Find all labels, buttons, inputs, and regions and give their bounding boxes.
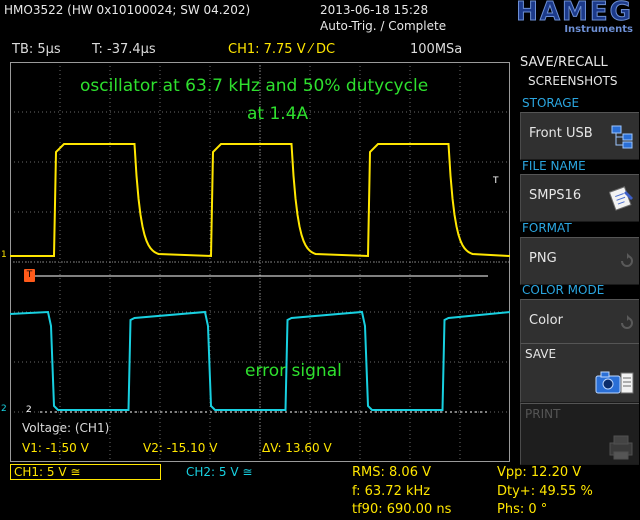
storage-button[interactable]: Front USB — [520, 112, 639, 160]
folder-tree-icon — [611, 125, 633, 149]
ch1-offset-marker[interactable]: 1 — [1, 250, 7, 260]
trigger-marker-icon[interactable]: T — [24, 269, 35, 282]
instrument-model: HMO3522 (HW 0x10100024; SW 04.202) — [4, 3, 251, 17]
annotation-error-signal: error signal — [245, 361, 342, 381]
logo-brand: HAMEG — [516, 0, 633, 28]
measure-vpp: Vpp: 12.20 V — [497, 465, 582, 480]
storage-label: STORAGE — [522, 96, 580, 110]
sample-rate: 100MSa — [410, 42, 463, 57]
colormode-value: Color — [529, 313, 563, 328]
printer-icon — [609, 435, 633, 460]
format-button[interactable]: PNG — [520, 237, 639, 285]
hameg-logo: HAMEG Instruments — [453, 0, 635, 35]
rotate-knob-icon — [621, 253, 633, 267]
ch1-scale[interactable]: CH1: 5 V ≅ — [10, 464, 161, 480]
timebase[interactable]: TB: 5µs — [12, 42, 61, 57]
cursor-v1: V1: -1.50 V — [22, 441, 89, 455]
colormode-label: COLOR MODE — [522, 283, 605, 297]
annotation-title: oscillator at 63.7 kHz and 50% dutycycle — [80, 76, 429, 96]
measure-rms: RMS: 8.06 V — [352, 465, 431, 480]
format-label: FORMAT — [522, 221, 572, 235]
menu-title: SAVE/RECALL — [520, 55, 608, 70]
edit-document-icon — [609, 186, 633, 211]
annotation-subtitle: at 1.4A — [247, 104, 309, 124]
filename-button[interactable]: SMPS16 — [520, 174, 639, 222]
cursor-v2: V2: -15.10 V — [143, 441, 218, 455]
format-value: PNG — [529, 251, 557, 266]
camera-save-icon — [595, 371, 634, 394]
trigger-level-marker: T — [493, 176, 499, 186]
save-button[interactable]: SAVE — [520, 343, 639, 403]
cursor-delta-v: ΔV: 13.60 V — [262, 441, 332, 455]
ch2-ground-marker: 2 — [26, 405, 32, 415]
waveform-display[interactable]: oscillator at 63.7 kHz and 50% dutycycle… — [9, 62, 511, 462]
measure-frequency: f: 63.72 kHz — [352, 484, 431, 499]
colormode-button[interactable]: Color — [520, 299, 639, 347]
print-button[interactable]: PRINT — [520, 403, 639, 465]
menu-subtitle: SCREENSHOTS — [528, 74, 618, 88]
logo-subtitle: Instruments — [564, 24, 633, 35]
datetime: 2013-06-18 15:28 — [320, 3, 429, 17]
filename-label: FILE NAME — [522, 159, 586, 173]
rotate-knob-icon — [621, 315, 633, 329]
save-label: SAVE — [525, 347, 557, 361]
storage-value: Front USB — [529, 126, 593, 141]
trigger-status: Auto-Trig. / Complete — [320, 19, 447, 33]
side-menu: SAVE/RECALL SCREENSHOTS STORAGE Front US… — [518, 55, 640, 520]
ch2-scale[interactable]: CH2: 5 V ≅ — [186, 465, 252, 479]
measure-duty-cycle: Dty+: 49.55 % — [497, 484, 593, 499]
measure-fall-time: tf90: 690.00 ns — [352, 502, 452, 517]
ch2-offset-marker[interactable]: 2 — [1, 404, 7, 414]
cursor-measure-title: Voltage: (CH1) — [22, 421, 110, 435]
measure-phase: Phs: 0 ° — [497, 502, 548, 517]
ch1-trigger-level[interactable]: CH1: 7.75 V ⁄ DC — [228, 42, 335, 57]
print-label: PRINT — [525, 407, 561, 421]
filename-value: SMPS16 — [529, 188, 582, 203]
trigger-time[interactable]: T: -37.4µs — [92, 42, 156, 57]
